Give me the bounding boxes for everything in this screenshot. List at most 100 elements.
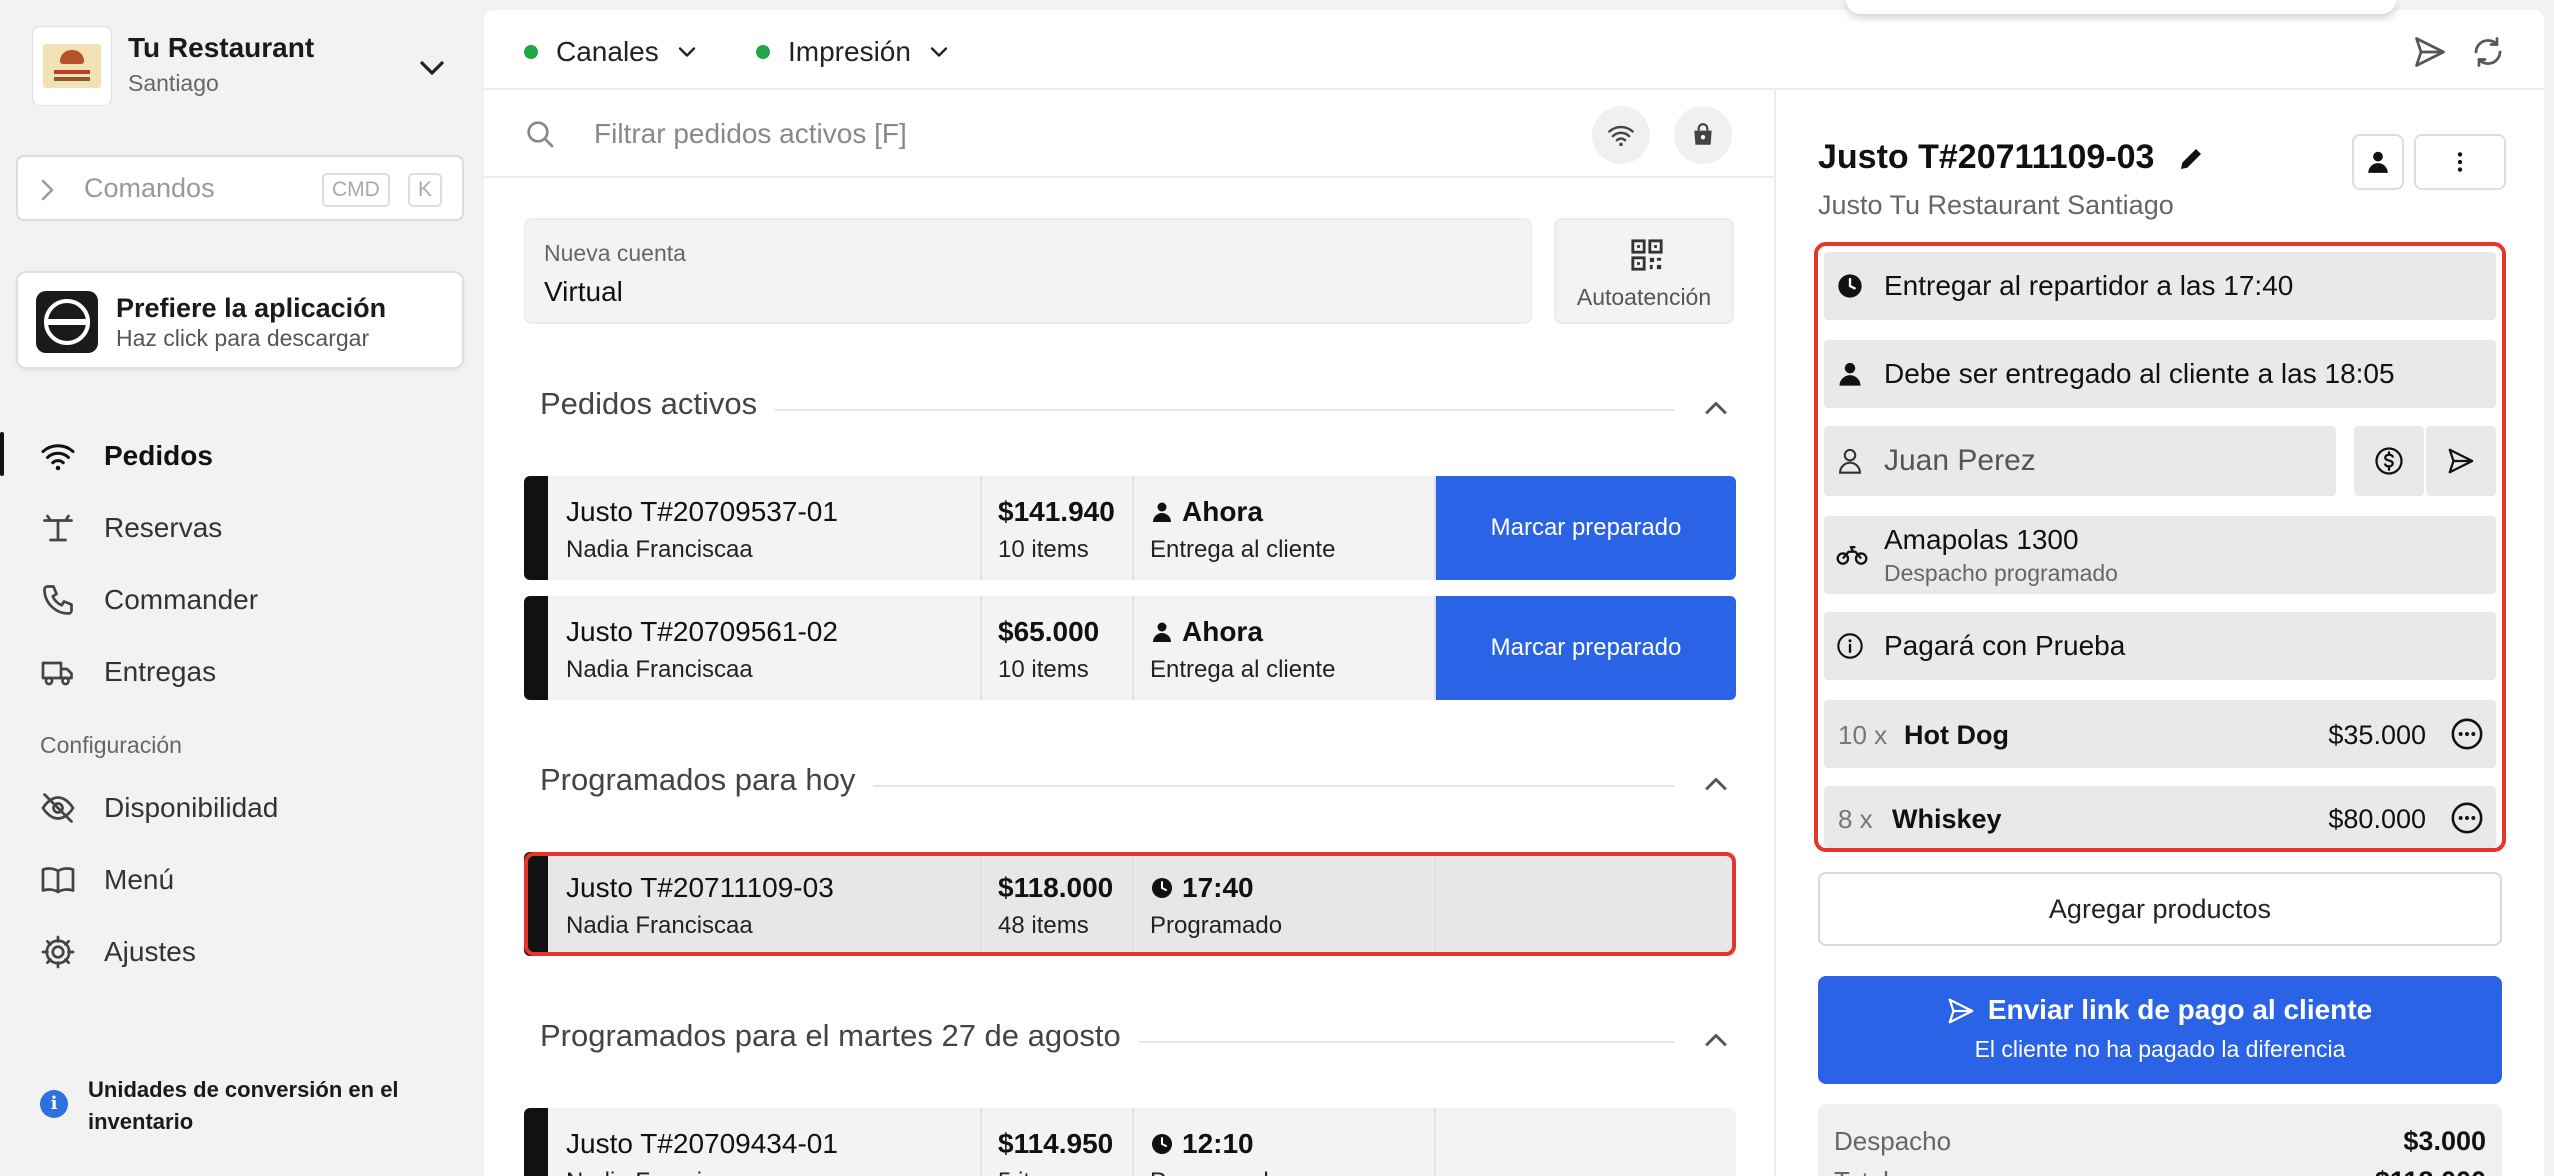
payment-link-title: Enviar link de pago al cliente [1987, 994, 2373, 1025]
restaurant-city: Santiago [128, 70, 219, 96]
pickup-time-row: Entregar al repartidor a las 17:40 [1824, 252, 2496, 320]
order-totals: Despacho $3.000 Total $118.000 [1818, 1104, 2502, 1176]
qr-code-icon [1631, 239, 1663, 271]
order-customer: Nadia Franciscaa [566, 1168, 753, 1176]
mark-prepared-button[interactable]: Marcar preparado [1436, 476, 1736, 580]
payment-method-text: Pagará con Prueba [1884, 630, 2126, 661]
section-title: Programados para el martes 27 de agosto [540, 1018, 1139, 1054]
nav-item-reservas[interactable]: Reservas [0, 496, 484, 556]
shopping-bag-icon [1694, 123, 1712, 145]
mark-prepared-button[interactable]: Marcar preparado [1436, 596, 1736, 700]
command-palette-button[interactable]: Comandos CMD K [16, 155, 464, 221]
nav-item-entregas[interactable]: Entregas [0, 640, 484, 700]
order-card-selected[interactable]: Justo T#20711109-03 Nadia Franciscaa $11… [524, 852, 1736, 956]
payment-button[interactable] [2354, 426, 2424, 496]
order-id: Justo T#20709561-02 [566, 616, 838, 647]
customer-row[interactable]: Juan Perez [1824, 426, 2336, 496]
channels-status-dot [524, 45, 538, 59]
order-item-count: 10 items [998, 656, 1089, 683]
send-payment-link-button[interactable]: Enviar link de pago al cliente El client… [1818, 976, 2502, 1084]
nav-item-menu[interactable]: Menú [0, 848, 484, 908]
orders-column: Nueva cuenta Virtual Autoatención Pedido… [484, 90, 1776, 1176]
app-promo-title: Prefiere la aplicación [116, 293, 387, 323]
chevron-down-icon [678, 47, 695, 57]
nav-item-disponibilidad[interactable]: Disponibilidad [0, 776, 484, 836]
customer-name: Juan Perez [1884, 444, 2036, 477]
section-scheduled-tuesday[interactable]: Programados para el martes 27 de agosto [540, 1018, 1734, 1062]
clock-icon [1152, 878, 1172, 898]
send-icon[interactable] [2412, 34, 2448, 70]
pencil-icon[interactable] [2176, 144, 2206, 174]
channels-dropdown[interactable]: Canales [524, 32, 701, 72]
order-card[interactable]: Justo T#20709434-01 Nadia Franciscaa $11… [524, 1108, 1736, 1176]
shipping-label: Despacho [1834, 1126, 1952, 1156]
address-row: Amapolas 1300 Despacho programado [1824, 516, 2496, 594]
shortcut-key-k: K [408, 173, 443, 207]
order-line-item[interactable]: 8 x Whiskey $80.000 [1824, 786, 2496, 848]
self-service-button[interactable]: Autoatención [1554, 218, 1734, 324]
chevron-down-icon [930, 47, 948, 57]
nav-item-commander[interactable]: Commander [0, 568, 484, 628]
order-time: 17:40 [1182, 872, 1254, 903]
bag-button[interactable] [1674, 106, 1732, 164]
nav-label-commander: Commander [104, 584, 259, 615]
refresh-icon[interactable] [2470, 34, 2506, 70]
customer-button[interactable] [2352, 134, 2404, 190]
gear-icon [41, 935, 75, 969]
top-bar: Canales Impresión [484, 0, 2544, 90]
chevron-up-icon[interactable] [1698, 766, 1734, 802]
chevron-up-icon[interactable] [1698, 1022, 1734, 1058]
nav-item-pedidos[interactable]: Pedidos [0, 424, 484, 484]
shortcut-key-cmd: CMD [322, 173, 390, 207]
phone-icon [43, 585, 73, 615]
nav-label-entregas: Entregas [104, 656, 217, 687]
order-card[interactable]: Justo T#20709561-02 Nadia Franciscaa $65… [524, 596, 1736, 700]
order-status-stripe [524, 596, 548, 700]
send-message-button[interactable] [2426, 426, 2496, 496]
order-id: Justo T#20709434-01 [566, 1128, 838, 1159]
more-horizontal-icon[interactable] [2450, 717, 2484, 751]
nav-section-configuracion: Configuración [40, 732, 182, 758]
order-info-highlight: Entregar al repartidor a las 17:40 Debe … [1814, 242, 2506, 852]
section-scheduled-today[interactable]: Programados para hoy [540, 762, 1734, 806]
search-bar [484, 90, 1774, 178]
restaurant-logo [32, 26, 112, 106]
order-card[interactable]: Justo T#20709537-01 Nadia Franciscaa $14… [524, 476, 1736, 580]
search-input[interactable] [594, 110, 1294, 158]
chevron-up-icon[interactable] [1698, 390, 1734, 426]
person-icon [1153, 502, 1171, 522]
order-price: $141.940 [998, 496, 1115, 527]
app-download-banner[interactable]: Prefiere la aplicación Haz click para de… [16, 271, 464, 369]
connection-button[interactable] [1592, 106, 1650, 164]
nav-item-ajustes[interactable]: Ajustes [0, 920, 484, 980]
restaurant-name: Tu Restaurant [128, 32, 315, 63]
order-line-item[interactable]: 10 x Hot Dog $35.000 [1824, 700, 2496, 768]
order-item-count: 10 items [998, 536, 1089, 563]
total-value: $118.000 [2375, 1166, 2486, 1176]
order-customer: Nadia Franciscaa [566, 536, 753, 563]
add-products-button[interactable]: Agregar productos [1818, 872, 2502, 946]
order-status-stripe [524, 1108, 548, 1176]
more-options-button[interactable] [2414, 134, 2506, 190]
print-dropdown[interactable]: Impresión [756, 32, 953, 72]
item-quantity: 10 x [1838, 720, 1888, 750]
eye-off-icon [41, 793, 75, 823]
detail-subtitle: Justo Tu Restaurant Santiago [1818, 190, 2174, 220]
order-status-stripe [524, 476, 548, 580]
person-icon [2368, 151, 2388, 173]
section-title: Programados para hoy [540, 762, 874, 798]
order-mode: Programado [1150, 1168, 1282, 1176]
overlay-edge [1846, 0, 2396, 14]
app-logo-icon [36, 291, 98, 353]
item-price: $35.000 [2328, 720, 2426, 750]
new-account-field[interactable]: Nueva cuenta Virtual [524, 218, 1532, 324]
item-quantity: 8 x [1838, 804, 1873, 834]
item-name: Whiskey [1892, 804, 2002, 834]
more-horizontal-icon[interactable] [2450, 801, 2484, 835]
detail-title: Justo T#20711109-03 [1818, 138, 2155, 176]
order-mode: Entrega al cliente [1150, 536, 1336, 563]
section-active-orders[interactable]: Pedidos activos [540, 386, 1734, 430]
restaurant-selector[interactable]: Tu Restaurant Santiago [32, 26, 452, 106]
chevron-down-icon[interactable] [412, 48, 452, 88]
pickup-time-text: Entregar al repartidor a las 17:40 [1884, 270, 2294, 301]
